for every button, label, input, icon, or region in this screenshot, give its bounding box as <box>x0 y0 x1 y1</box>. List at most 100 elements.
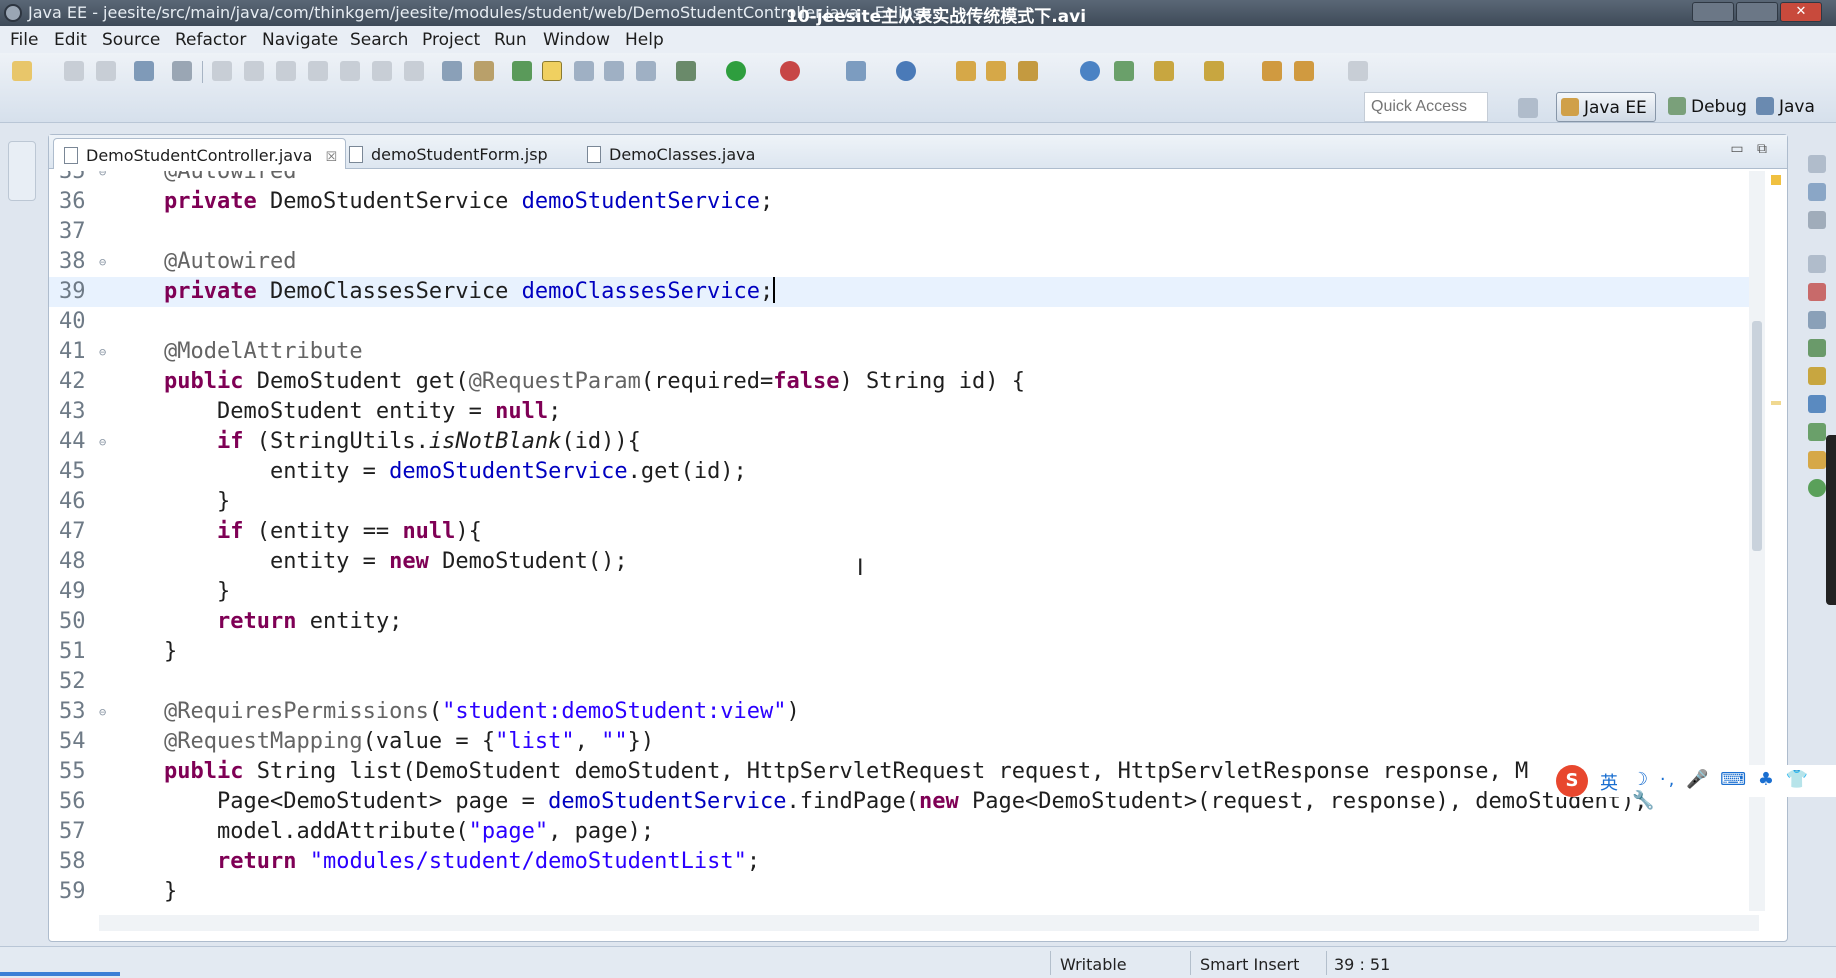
toggle-icon[interactable] <box>474 61 494 81</box>
menu-project[interactable]: Project <box>422 30 480 50</box>
status-bar: Writable Smart Insert 39 : 51 <box>0 946 1836 978</box>
last-edit-icon[interactable] <box>1204 61 1224 81</box>
window-maximize-button[interactable] <box>1736 2 1778 22</box>
mark-occurrences-icon[interactable] <box>542 61 562 81</box>
jsp-file-icon <box>349 146 363 163</box>
quick-access-input[interactable] <box>1364 92 1488 122</box>
problems-icon[interactable] <box>1808 423 1826 441</box>
menu-window[interactable]: Window <box>543 30 610 50</box>
servers-icon[interactable] <box>1808 339 1826 357</box>
status-separator <box>1050 951 1051 975</box>
editor-view-controls[interactable]: ▭ ⧉ <box>1730 141 1767 157</box>
debug-bug-icon <box>1668 97 1686 115</box>
tab-close-icon[interactable]: ☒ <box>325 150 337 165</box>
word-wrap-icon[interactable] <box>604 61 624 81</box>
skip-breakpoints-icon[interactable] <box>172 61 192 81</box>
back-arrow-icon[interactable] <box>1262 61 1282 81</box>
menu-help[interactable]: Help <box>625 30 664 50</box>
pin-icon[interactable] <box>512 61 532 81</box>
tab-demo-student-controller[interactable]: DemoStudentController.java ☒ <box>53 138 347 169</box>
open-perspective-icon[interactable] <box>1518 98 1538 118</box>
side-panel-handle[interactable] <box>1826 435 1836 605</box>
perspective-java[interactable]: Java <box>1752 92 1819 122</box>
console-icon[interactable] <box>1808 451 1826 469</box>
terminal-icon[interactable] <box>134 61 154 81</box>
open-type-icon[interactable] <box>956 61 976 81</box>
menu-run[interactable]: Run <box>494 30 527 50</box>
toolbar-separator <box>202 61 203 83</box>
run-external-icon[interactable] <box>780 61 800 81</box>
warning-marker[interactable] <box>1771 175 1781 185</box>
menu-file[interactable]: File <box>10 30 38 50</box>
data-source-icon[interactable] <box>1808 367 1826 385</box>
code-line: 43 DemoStudent entity = null; <box>59 399 562 424</box>
markers-icon[interactable] <box>1808 283 1826 301</box>
perspective-java-ee[interactable]: Java EE <box>1556 92 1656 122</box>
new-server-icon[interactable] <box>846 61 866 81</box>
menu-refactor[interactable]: Refactor <box>175 30 246 50</box>
code-line: 47 if (entity == null){ <box>59 519 482 544</box>
task-list-icon[interactable] <box>1808 211 1826 229</box>
window-minimize-button[interactable] <box>1692 2 1734 22</box>
code-line: 41 ⊖ @ModelAttribute <box>59 339 363 364</box>
properties-icon[interactable] <box>1808 311 1826 329</box>
sogou-logo[interactable]: S <box>1556 765 1588 797</box>
snippets-icon[interactable] <box>1808 395 1826 413</box>
horizontal-scrollbar[interactable] <box>99 915 1759 931</box>
prev-edit-icon[interactable] <box>1154 61 1174 81</box>
outline-icon[interactable] <box>1808 183 1826 201</box>
disconnect-icon[interactable] <box>308 61 328 81</box>
window-close-button[interactable]: ✕ <box>1780 2 1822 22</box>
java-file-icon <box>64 147 78 164</box>
java-editor: DemoStudentController.java ☒ demoStudent… <box>48 134 1788 942</box>
ime-language[interactable]: 英 <box>1600 769 1618 795</box>
restore-icon[interactable] <box>1808 155 1826 173</box>
step-return-icon[interactable] <box>404 61 424 81</box>
save-all-icon[interactable] <box>96 61 116 81</box>
code-line: 37 <box>59 219 86 244</box>
progress-indicator <box>0 972 120 976</box>
scrollbar-thumb[interactable] <box>1752 321 1762 551</box>
text-caret <box>773 277 776 303</box>
new-icon[interactable] <box>12 61 32 81</box>
ime-toolbar[interactable]: S 英 ☽ ·, 🎤 ⌨ ♣ 👕 🔧 <box>1556 765 1836 811</box>
step-over-icon[interactable] <box>372 61 392 81</box>
show-whitespace-icon[interactable] <box>636 61 656 81</box>
back-history-icon[interactable] <box>1294 61 1314 81</box>
suspend-icon[interactable] <box>244 61 264 81</box>
menu-search[interactable]: Search <box>350 30 408 50</box>
debug-icon[interactable] <box>676 61 696 81</box>
web-browser-icon[interactable] <box>896 61 916 81</box>
open-task-icon[interactable] <box>986 61 1006 81</box>
left-trim-bar <box>0 135 44 965</box>
minimized-view-stack[interactable] <box>8 141 36 201</box>
terminate-icon[interactable] <box>276 61 296 81</box>
junit-icon[interactable] <box>1808 479 1826 497</box>
step-into-icon[interactable] <box>340 61 360 81</box>
code-line: 40 <box>59 309 86 334</box>
menu-source[interactable]: Source <box>102 30 160 50</box>
save-icon[interactable] <box>64 61 84 81</box>
resume-icon[interactable] <box>212 61 232 81</box>
java-ee-icon <box>1561 98 1579 116</box>
globe-icon[interactable] <box>1080 61 1100 81</box>
next-annotation-icon[interactable] <box>1114 61 1134 81</box>
block-selection-icon[interactable] <box>574 61 594 81</box>
occurrence-marker[interactable] <box>1771 401 1781 405</box>
run-icon[interactable] <box>726 61 746 81</box>
perspective-debug[interactable]: Debug <box>1664 92 1751 122</box>
menu-edit[interactable]: Edit <box>54 30 87 50</box>
status-cursor-position[interactable]: 39 : 51 <box>1334 955 1390 974</box>
menu-bar: File Edit Source Refactor Navigate Searc… <box>0 26 1836 53</box>
tab-demo-student-form[interactable]: demoStudentForm.jsp <box>339 138 556 169</box>
tab-demo-classes[interactable]: DemoClasses.java <box>577 138 763 169</box>
search-icon[interactable] <box>1018 61 1038 81</box>
ime-tool-icons[interactable]: ☽ ·, 🎤 ⌨ ♣ 👕 🔧 <box>1632 769 1836 811</box>
code-area[interactable]: 35 ⊖ @Autowired 36 private DemoStudentServi… <box>49 171 1749 911</box>
status-insert-mode[interactable]: Smart Insert <box>1200 955 1299 974</box>
restore-icon[interactable] <box>1808 255 1826 273</box>
forward-arrow-icon[interactable] <box>1348 61 1368 81</box>
menu-navigate[interactable]: Navigate <box>262 30 338 50</box>
open-console-icon[interactable] <box>442 61 462 81</box>
code-line: 38 ⊖ @Autowired <box>59 249 297 274</box>
